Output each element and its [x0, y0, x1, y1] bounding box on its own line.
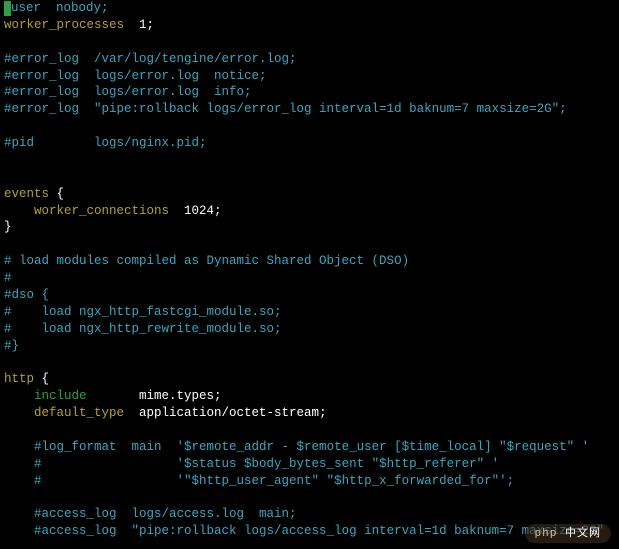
code-segment	[4, 389, 34, 403]
code-segment	[4, 474, 34, 488]
cursor	[4, 1, 11, 16]
watermark-badge: php 中文网	[525, 524, 612, 543]
config-editor[interactable]: user nobody; worker_processes 1; #error_…	[0, 0, 619, 549]
code-line: #access_log logs/access.log main;	[4, 507, 297, 521]
code-segment: application/octet-stream;	[124, 406, 327, 420]
code-line: events {	[4, 187, 64, 201]
code-segment	[4, 153, 12, 167]
code-segment: #	[4, 271, 12, 285]
code-segment: #error_log logs/error.log info;	[4, 85, 252, 99]
code-segment: 1;	[124, 18, 154, 32]
code-line: # load ngx_http_fastcgi_module.so;	[4, 305, 282, 319]
code-segment: # load ngx_http_fastcgi_module.so;	[4, 305, 282, 319]
code-segment	[4, 119, 12, 133]
code-segment: http	[4, 372, 34, 386]
code-segment	[4, 524, 34, 538]
code-line	[4, 490, 12, 504]
code-segment: #error_log /var/log/tengine/error.log;	[4, 52, 297, 66]
code-segment: user nobody;	[11, 1, 109, 15]
code-segment: worker_connections	[34, 204, 169, 218]
code-segment: include	[34, 389, 87, 403]
code-line	[4, 423, 12, 437]
code-segment: worker_processes	[4, 18, 124, 32]
code-line: user nobody;	[4, 1, 109, 15]
code-line: # '$status $body_bytes_sent "$http_refer…	[4, 457, 499, 471]
code-segment	[4, 204, 34, 218]
code-line: # load modules compiled as Dynamic Share…	[4, 254, 409, 268]
code-line: #dso {	[4, 288, 49, 302]
code-segment: # load ngx_http_rewrite_module.so;	[4, 322, 282, 336]
code-line	[4, 541, 12, 549]
code-line: #log_format main '$remote_addr - $remote…	[4, 440, 589, 454]
code-line: #}	[4, 339, 19, 353]
code-segment: mime.types;	[87, 389, 222, 403]
code-segment: #error_log "pipe:rollback logs/error_log…	[4, 102, 567, 116]
code-segment	[4, 355, 12, 369]
code-segment	[4, 423, 12, 437]
code-segment	[4, 406, 34, 420]
code-segment	[4, 507, 34, 521]
code-segment	[4, 541, 12, 549]
code-segment	[4, 457, 34, 471]
code-line	[4, 170, 12, 184]
code-line: include mime.types;	[4, 389, 222, 403]
code-line: #error_log /var/log/tengine/error.log;	[4, 52, 297, 66]
code-line: #error_log "pipe:rollback logs/error_log…	[4, 102, 567, 116]
code-segment: {	[49, 187, 64, 201]
code-segment: # load modules compiled as Dynamic Share…	[4, 254, 409, 268]
code-line: }	[4, 220, 12, 234]
code-line: default_type application/octet-stream;	[4, 406, 327, 420]
code-segment: #access_log logs/access.log main;	[34, 507, 297, 521]
code-line	[4, 119, 12, 133]
code-line: #error_log logs/error.log notice;	[4, 69, 267, 83]
code-segment	[4, 490, 12, 504]
code-line: worker_processes 1;	[4, 18, 154, 32]
code-line: #	[4, 271, 12, 285]
watermark-right: 中文网	[565, 526, 601, 539]
code-line: # load ngx_http_rewrite_module.so;	[4, 322, 282, 336]
code-segment: events	[4, 187, 49, 201]
code-segment: # '"$http_user_agent" "$http_x_forwarded…	[34, 474, 514, 488]
code-line: http {	[4, 372, 49, 386]
code-segment: 1024;	[169, 204, 222, 218]
code-segment	[4, 237, 12, 251]
code-line: worker_connections 1024;	[4, 204, 222, 218]
code-segment: # '$status $body_bytes_sent "$http_refer…	[34, 457, 499, 471]
code-line: #pid logs/nginx.pid;	[4, 136, 207, 150]
code-segment: #log_format main '$remote_addr - $remote…	[34, 440, 589, 454]
code-segment: #}	[4, 339, 19, 353]
code-line: #error_log logs/error.log info;	[4, 85, 252, 99]
code-segment: #error_log logs/error.log notice;	[4, 69, 267, 83]
code-segment	[4, 440, 34, 454]
watermark-left: php	[535, 526, 558, 539]
code-segment: }	[4, 220, 12, 234]
code-line	[4, 237, 12, 251]
code-segment: {	[34, 372, 49, 386]
code-line	[4, 153, 12, 167]
code-segment: default_type	[34, 406, 124, 420]
code-segment: #dso {	[4, 288, 49, 302]
code-line	[4, 355, 12, 369]
code-segment: #pid logs/nginx.pid;	[4, 136, 207, 150]
code-line: # '"$http_user_agent" "$http_x_forwarded…	[4, 474, 514, 488]
code-segment	[4, 35, 12, 49]
code-segment	[4, 170, 12, 184]
code-line	[4, 35, 12, 49]
